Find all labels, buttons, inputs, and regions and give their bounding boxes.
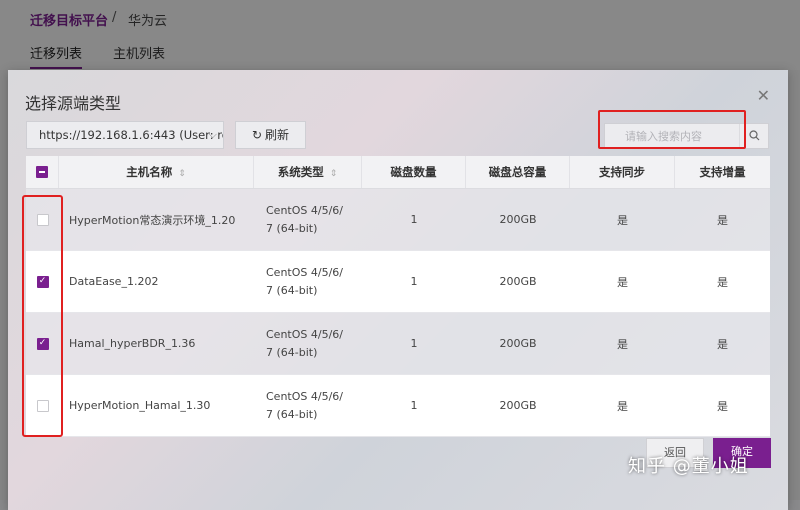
- table-header: 主机名称 ⇕ 系统类型 ⇕ 磁盘数量 磁盘总容量 支持同步 支持增量: [26, 156, 770, 189]
- table-row[interactable]: HyperMotion_Hamal_1.30 CentOS 4/5/6/7 (6…: [26, 375, 770, 437]
- os-type: 7 (64-bit): [266, 283, 318, 297]
- col-disk-count: 磁盘数量: [362, 156, 466, 188]
- support-sync: 是: [617, 337, 628, 351]
- refresh-icon: ↻: [251, 128, 263, 142]
- refresh-button[interactable]: ↻ 刷新: [235, 121, 306, 149]
- disk-count: 1: [410, 399, 418, 412]
- disk-capacity: 200GB: [499, 275, 537, 288]
- table-row[interactable]: ✓ Hamal_hyperBDR_1.36 CentOS 4/5/6/7 (64…: [26, 313, 770, 375]
- os-type: CentOS 4/5/6/: [266, 203, 343, 217]
- host-name: Hamal_hyperBDR_1.36: [69, 337, 196, 350]
- host-name: DataEase_1.202: [69, 275, 159, 288]
- col-disk-capacity: 磁盘总容量: [466, 156, 570, 188]
- sort-icon: ⇕: [329, 169, 338, 179]
- host-table: 主机名称 ⇕ 系统类型 ⇕ 磁盘数量 磁盘总容量 支持同步 支持增量 HyperMo…: [26, 156, 770, 437]
- host-name: HyperMotion常态演示环境_1.20: [69, 213, 236, 227]
- close-icon[interactable]: ✕: [757, 86, 770, 105]
- sort-icon: ⇕: [178, 169, 186, 179]
- disk-capacity: 200GB: [499, 337, 537, 350]
- support-incremental: 是: [717, 275, 728, 289]
- source-select[interactable]: https://192.168.1.6:443 (User: ro ⌵: [26, 121, 224, 149]
- disk-capacity: 200GB: [499, 213, 537, 226]
- col-host-name[interactable]: 主机名称 ⇕: [59, 156, 254, 188]
- col-support-sync: 支持同步: [570, 156, 675, 188]
- support-incremental: 是: [717, 213, 728, 227]
- support-incremental: 是: [717, 399, 728, 413]
- host-name: HyperMotion_Hamal_1.30: [69, 399, 211, 412]
- refresh-label: 刷新: [265, 128, 290, 142]
- col-os-type[interactable]: 系统类型 ⇕: [254, 156, 362, 188]
- highlight-box-checkboxes: [22, 195, 63, 437]
- highlight-box-search: [598, 110, 746, 149]
- os-type: CentOS 4/5/6/: [266, 389, 343, 403]
- chevron-down-icon: ⌵: [208, 128, 217, 141]
- header-checkbox-cell: [26, 156, 59, 188]
- source-select-value: https://192.168.1.6:443 (User: ro: [39, 128, 224, 142]
- select-all-checkbox[interactable]: [36, 166, 48, 178]
- disk-capacity: 200GB: [499, 399, 537, 412]
- os-type: CentOS 4/5/6/: [266, 265, 343, 279]
- modal-title: 选择源端类型: [25, 94, 122, 113]
- os-type: 7 (64-bit): [266, 221, 318, 235]
- os-type: CentOS 4/5/6/: [266, 327, 343, 341]
- os-type: 7 (64-bit): [266, 407, 318, 421]
- table-row[interactable]: HyperMotion常态演示环境_1.20 CentOS 4/5/6/7 (6…: [26, 189, 770, 251]
- os-type: 7 (64-bit): [266, 345, 318, 359]
- support-sync: 是: [617, 213, 628, 227]
- col-support-incremental: 支持增量: [699, 165, 746, 179]
- watermark: 知乎 @董小姐: [628, 456, 749, 477]
- support-incremental: 是: [717, 337, 728, 351]
- disk-count: 1: [410, 337, 418, 350]
- support-sync: 是: [617, 399, 628, 413]
- disk-count: 1: [410, 275, 418, 288]
- support-sync: 是: [617, 275, 628, 289]
- disk-count: 1: [410, 213, 418, 226]
- table-row[interactable]: ✓ DataEase_1.202 CentOS 4/5/6/7 (64-bit)…: [26, 251, 770, 313]
